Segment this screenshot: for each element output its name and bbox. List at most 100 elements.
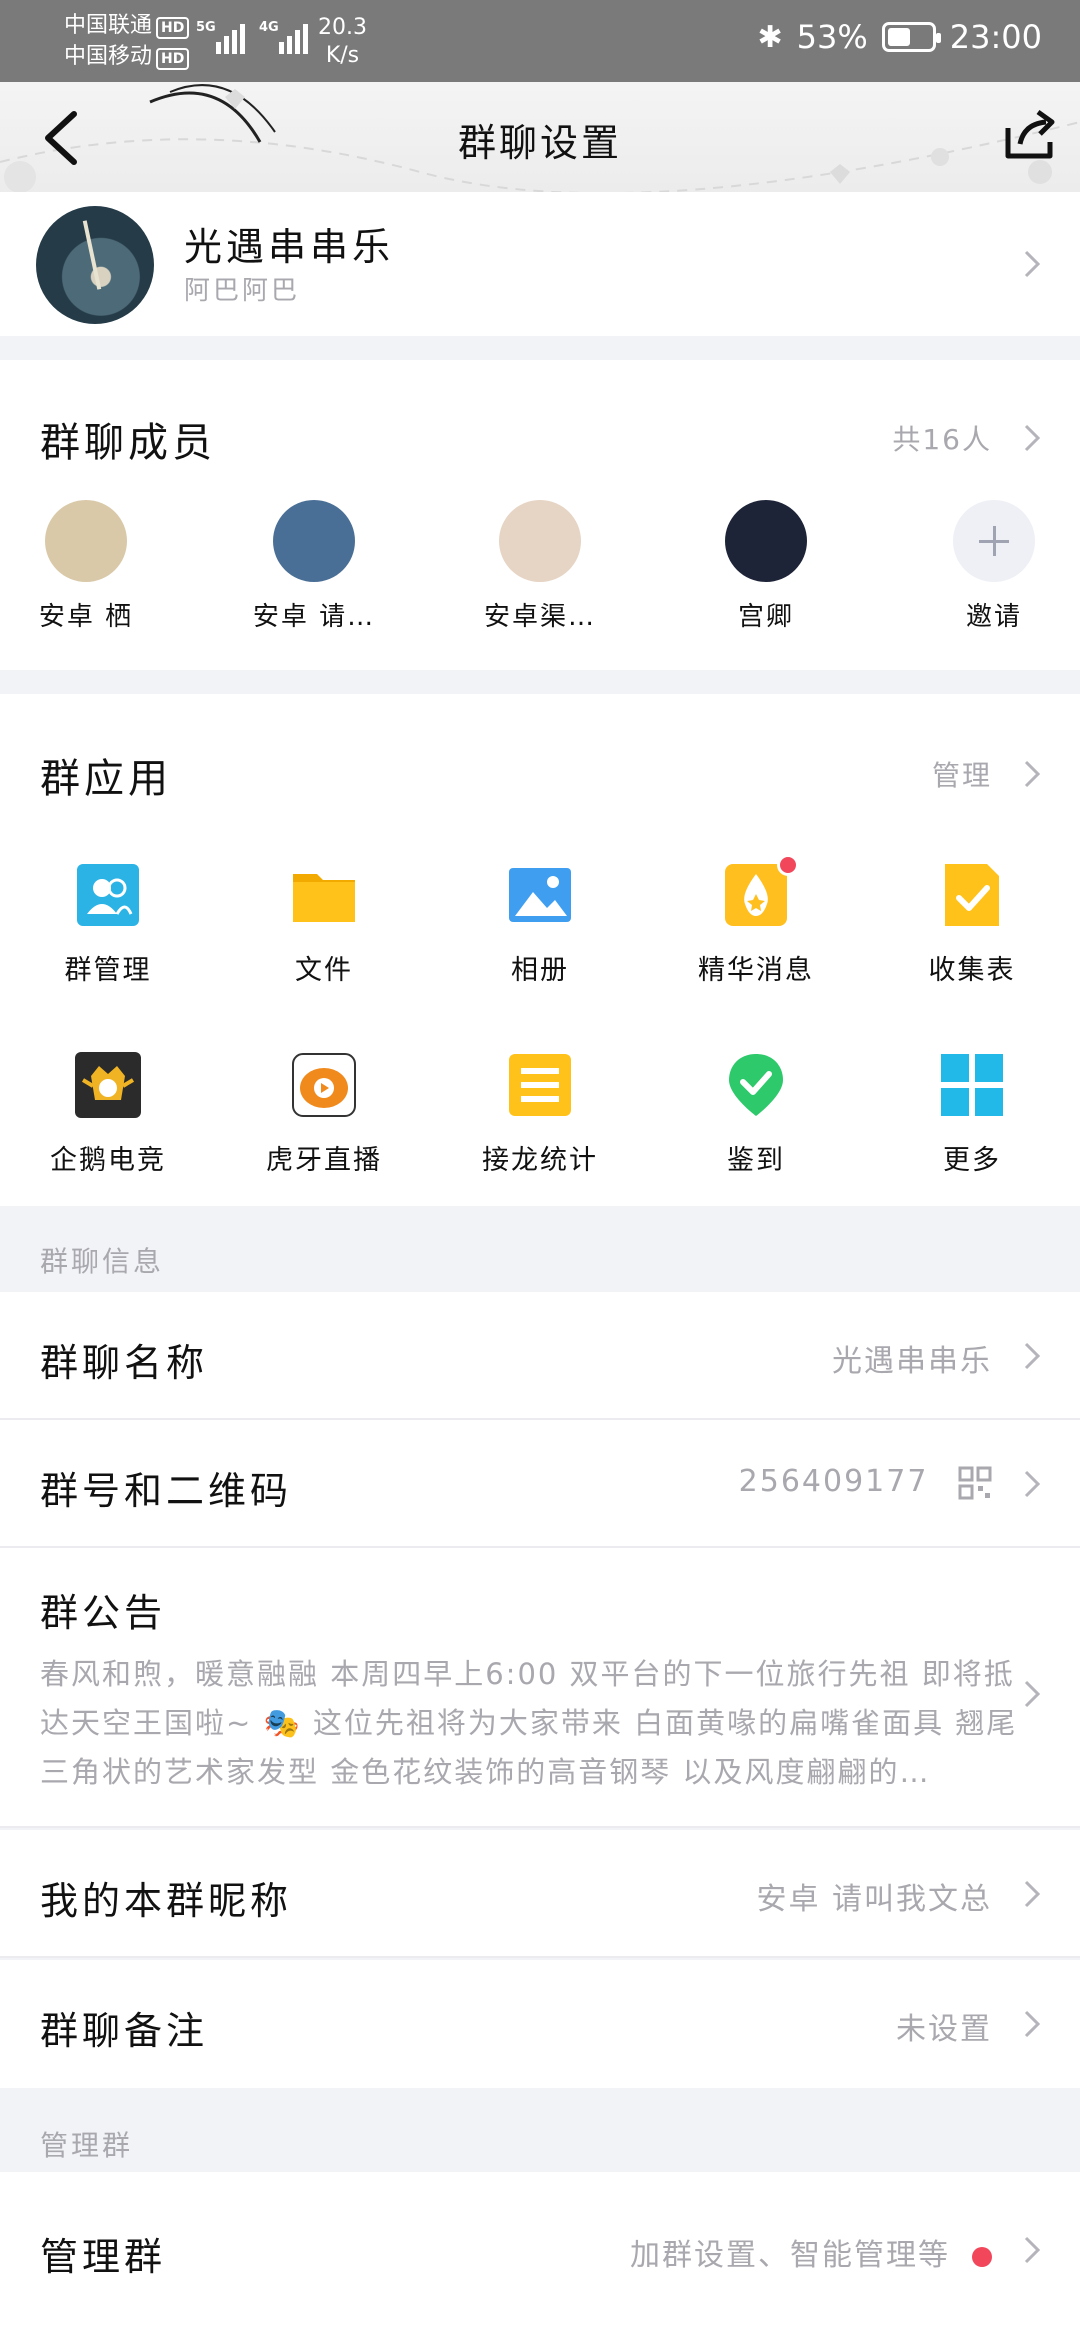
- qr-code-icon: [958, 1466, 992, 1499]
- chevron-right-icon: [1022, 1340, 1042, 1372]
- plus-icon: [953, 500, 1035, 582]
- share-icon: [1005, 109, 1055, 159]
- share-button[interactable]: [998, 106, 1062, 166]
- members-title: 群聊成员: [40, 420, 216, 466]
- member-avatar: [45, 500, 127, 582]
- my-nickname-value: 安卓 请叫我文总: [756, 1882, 992, 1917]
- group-notice-row[interactable]: 群公告 春风和煦，暖意融融 本周四早上6:00 双平台的下一位旅行先祖 即将抵达…: [0, 1548, 1080, 1828]
- member-name: 安卓 栖: [38, 602, 134, 632]
- chevron-right-icon: [1022, 1678, 1042, 1710]
- notification-dot: [972, 2246, 992, 2267]
- manage-group-value: 加群设置、智能管理等: [630, 2230, 992, 2274]
- group-notice-label: 群公告: [40, 1591, 167, 1635]
- member-name: 安卓渠…: [483, 602, 596, 632]
- invite-button[interactable]: 邀请: [904, 500, 1080, 633]
- app-item[interactable]: 精华消息: [656, 854, 856, 987]
- collection-form-icon: [937, 860, 1007, 930]
- notification-dot: [777, 854, 799, 876]
- my-nickname-label: 我的本群昵称: [40, 1879, 293, 1923]
- admin-section-label: 管理群: [40, 2129, 134, 2162]
- huya-live-icon: [289, 1050, 359, 1120]
- signal-4g-icon: 4G: [259, 20, 308, 54]
- app-item[interactable]: 文件: [224, 860, 424, 987]
- group-remark-label: 群聊备注: [40, 2009, 209, 2053]
- app-label: 精华消息: [698, 955, 814, 986]
- group-name-row[interactable]: 群聊名称 光遇串串乐: [0, 1292, 1080, 1420]
- chevron-right-icon: [1022, 2008, 1042, 2040]
- chevron-right-icon: [1022, 1878, 1042, 1910]
- member-avatar: [273, 500, 355, 582]
- battery-icon: [881, 22, 941, 52]
- app-label: 相册: [511, 955, 569, 986]
- info-section-label: 群聊信息: [40, 1245, 165, 1278]
- chevron-right-icon: [1022, 2234, 1042, 2266]
- battery-percent: 53%: [796, 18, 868, 56]
- signal-icons: 5G 4G: [196, 20, 308, 54]
- group-number-value: 256409177: [739, 1464, 992, 1500]
- manage-group-row[interactable]: 管理群 加群设置、智能管理等: [0, 2172, 1080, 2340]
- app-label: 企鹅电竞: [50, 1145, 166, 1176]
- member-name: 宫卿: [737, 602, 794, 632]
- group-manage-icon: [73, 860, 143, 930]
- member-item[interactable]: 安卓 请…: [224, 500, 404, 633]
- app-item[interactable]: 企鹅电竞: [8, 1050, 208, 1177]
- chevron-right-icon: [1022, 758, 1042, 790]
- group-name: 光遇串串乐: [184, 225, 395, 269]
- group-notice-text: 春风和煦，暖意融融 本周四早上6:00 双平台的下一位旅行先祖 即将抵达天空王国…: [40, 1657, 1018, 1789]
- app-label: 收集表: [928, 955, 1016, 986]
- manage-group-label: 管理群: [40, 2235, 167, 2279]
- carrier-info: 中国联通 HD 中国移动 HD: [64, 10, 190, 72]
- signal-5g-icon: 5G: [196, 20, 245, 54]
- clock: 23:00: [949, 18, 1042, 56]
- folder-icon: [289, 860, 359, 930]
- album-icon: [505, 860, 575, 930]
- app-item[interactable]: 鉴到: [656, 1050, 856, 1177]
- app-item[interactable]: 群管理: [8, 860, 208, 987]
- group-remark-row[interactable]: 群聊备注 未设置: [0, 1960, 1080, 2088]
- app-label: 群管理: [64, 955, 152, 986]
- chevron-right-icon: [1022, 248, 1042, 280]
- chevron-right-icon: [1022, 1468, 1042, 1500]
- members-section: 群聊成员 共16人 安卓 栖 安卓 请… 安卓渠… 宫卿 邀请: [0, 360, 1080, 670]
- chevron-right-icon: [1022, 422, 1042, 454]
- group-subtitle: 阿巴阿巴: [184, 276, 301, 306]
- app-item[interactable]: 相册: [440, 860, 640, 987]
- member-avatar: [725, 500, 807, 582]
- network-speed: 20.3 K/s: [318, 15, 367, 68]
- group-remark-value: 未设置: [896, 2012, 992, 2047]
- member-count[interactable]: 共16人: [892, 418, 992, 458]
- app-item[interactable]: 接龙统计: [440, 1050, 640, 1177]
- more-apps-icon: [937, 1050, 1007, 1120]
- page-title: 群聊设置: [457, 121, 622, 165]
- group-profile[interactable]: 光遇串串乐 阿巴阿巴: [0, 192, 1080, 336]
- group-avatar: [36, 206, 154, 324]
- carrier-2: 中国移动: [64, 44, 153, 69]
- group-apps-section: 群应用 管理 群管理 文件 相册 精华消息 收集表企鹅电竞 虎牙直播 接龙统计 鉴到 更多: [0, 694, 1080, 1206]
- essence-message-icon: [721, 854, 799, 930]
- carrier-1: 中国联通: [64, 13, 153, 38]
- member-name: 安卓 请…: [252, 602, 376, 632]
- app-item[interactable]: 虎牙直播: [224, 1050, 424, 1177]
- invite-label: 邀请: [965, 602, 1022, 632]
- group-name-value: 光遇串串乐: [832, 1344, 992, 1379]
- member-avatar: [499, 500, 581, 582]
- member-item[interactable]: 宫卿: [676, 500, 856, 633]
- nav-bar: 群聊设置: [0, 82, 1080, 192]
- apps-title: 群应用: [40, 756, 172, 802]
- group-number-row[interactable]: 群号和二维码 256409177: [0, 1420, 1080, 1548]
- group-name-label: 群聊名称: [40, 1341, 209, 1385]
- group-number-label: 群号和二维码: [40, 1469, 293, 1513]
- app-item[interactable]: 更多: [872, 1050, 1072, 1177]
- app-label: 更多: [943, 1145, 1001, 1176]
- apps-manage-link[interactable]: 管理: [932, 754, 992, 794]
- my-nickname-row[interactable]: 我的本群昵称 安卓 请叫我文总: [0, 1830, 1080, 1958]
- manage-group-desc: 加群设置、智能管理等: [630, 2238, 950, 2273]
- member-item[interactable]: 安卓 栖: [0, 500, 176, 633]
- app-item[interactable]: 收集表: [872, 860, 1072, 987]
- member-item[interactable]: 安卓渠…: [450, 500, 630, 633]
- app-label: 文件: [295, 955, 353, 986]
- group-number: 256409177: [738, 1464, 929, 1499]
- penguin-esports-icon: [73, 1050, 143, 1120]
- app-label: 虎牙直播: [266, 1145, 382, 1176]
- hd-badge: HD: [156, 48, 190, 70]
